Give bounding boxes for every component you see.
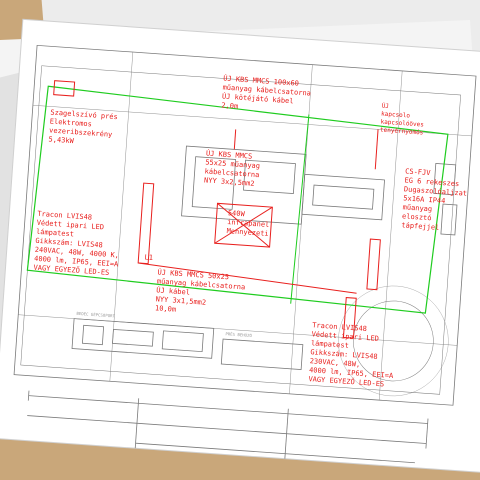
annotation-line: 540W <box>228 209 246 218</box>
annotation-line: 10,0m <box>155 304 177 313</box>
annotation-line: 2,0m <box>221 101 238 110</box>
annotation-line: ÚJ <box>381 103 389 110</box>
drawing-sheet: ÚJ KBS MMCS 100x60műanyag kábelcsatornaÚ… <box>0 18 480 474</box>
photo-scene: ÚJ KBS MMCS 100x60műanyag kábelcsatornaÚ… <box>0 0 480 474</box>
room-label: L1 <box>144 253 153 262</box>
